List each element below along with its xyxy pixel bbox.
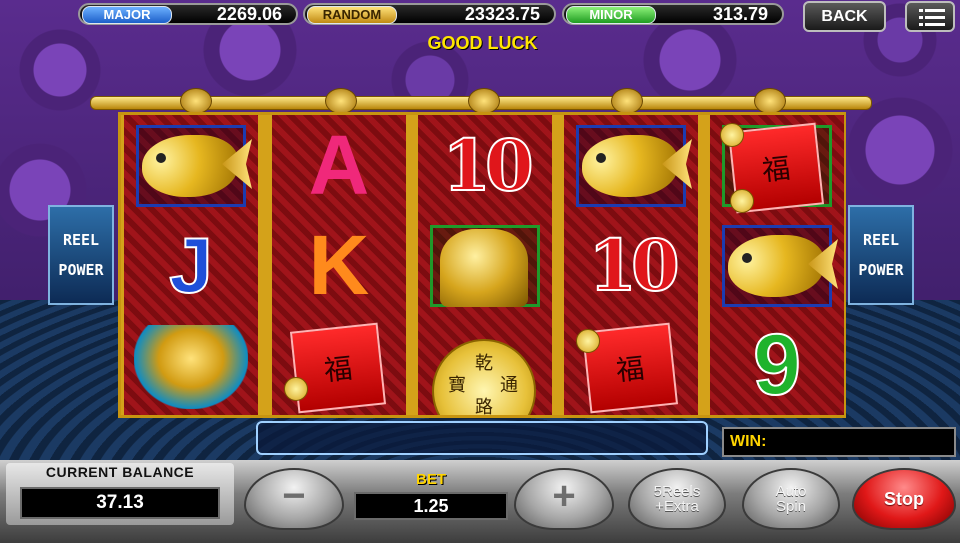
reel-5: 福 9 bbox=[710, 115, 844, 415]
plus-icon: + bbox=[552, 474, 576, 518]
gold-coin-symbol: 乾 通 寶 路 bbox=[418, 315, 552, 415]
random-jackpot: RANDOM 23323.75 bbox=[303, 3, 556, 25]
minor-jackpot-value: 313.79 bbox=[712, 4, 768, 24]
menu-button[interactable] bbox=[905, 1, 955, 32]
hamburger-menu-icon bbox=[919, 9, 945, 30]
a-symbol: A bbox=[308, 117, 370, 212]
decrease-bet-button[interactable]: − bbox=[244, 468, 344, 530]
reel-4: 10 福 bbox=[564, 115, 698, 415]
reel-power-left-logo: REEL POWER bbox=[48, 205, 114, 305]
major-jackpot-label: MAJOR bbox=[82, 6, 172, 24]
j-symbol: J bbox=[168, 220, 213, 310]
minor-jackpot: MINOR 313.79 bbox=[562, 3, 784, 25]
reel-grid: J A K 福 10 乾 通 寶 路 10 福 福 9 bbox=[118, 112, 846, 418]
five-reels-label: 5Reels bbox=[653, 483, 701, 500]
red-envelope-symbol: 福 bbox=[272, 315, 406, 415]
random-jackpot-label: RANDOM bbox=[307, 6, 397, 24]
stop-label: Stop bbox=[884, 489, 924, 509]
reel-roof bbox=[80, 88, 882, 114]
major-jackpot: MAJOR 2269.06 bbox=[78, 3, 298, 25]
major-jackpot-value: 2269.06 bbox=[216, 4, 282, 24]
minor-jackpot-label: MINOR bbox=[566, 6, 656, 24]
bet-label: BET bbox=[416, 471, 446, 488]
gold-fish-symbol bbox=[710, 215, 844, 315]
bet-panel: BET 1.25 bbox=[350, 471, 512, 523]
nine-symbol: 9 bbox=[752, 316, 802, 414]
reel-1: J bbox=[124, 115, 258, 415]
increase-bet-button[interactable]: + bbox=[514, 468, 614, 530]
phoenix-symbol bbox=[124, 315, 258, 415]
message-bar bbox=[256, 421, 708, 455]
reel-3: 10 乾 通 寶 路 bbox=[418, 115, 552, 415]
spin-label: Spin bbox=[775, 498, 807, 515]
win-display: WIN: bbox=[722, 427, 956, 457]
gold-fish-symbol bbox=[564, 115, 698, 215]
ten-symbol: 10 bbox=[587, 223, 680, 308]
reel-power-right-logo: REEL POWER bbox=[848, 205, 914, 305]
balance-panel: CURRENT BALANCE 37.13 bbox=[6, 463, 234, 525]
win-label: WIN: bbox=[730, 433, 767, 450]
red-envelope-symbol: 福 bbox=[710, 115, 844, 215]
auto-label: Auto bbox=[775, 483, 807, 500]
reel-2: A K 福 bbox=[272, 115, 406, 415]
bet-value: 1.25 bbox=[354, 492, 508, 520]
status-message: GOOD LUCK bbox=[427, 33, 538, 53]
back-button[interactable]: BACK bbox=[803, 1, 886, 32]
golden-lion-symbol bbox=[418, 215, 552, 315]
extra-label: +Extra bbox=[655, 498, 699, 515]
red-envelope-symbol: 福 bbox=[564, 315, 698, 415]
k-symbol: K bbox=[308, 217, 370, 312]
random-jackpot-value: 23323.75 bbox=[464, 4, 540, 24]
balance-label: CURRENT BALANCE bbox=[45, 464, 195, 480]
ten-symbol: 10 bbox=[441, 123, 534, 208]
balance-value: 37.13 bbox=[20, 487, 220, 519]
gold-fish-symbol bbox=[124, 115, 258, 215]
minus-icon: − bbox=[282, 474, 306, 518]
